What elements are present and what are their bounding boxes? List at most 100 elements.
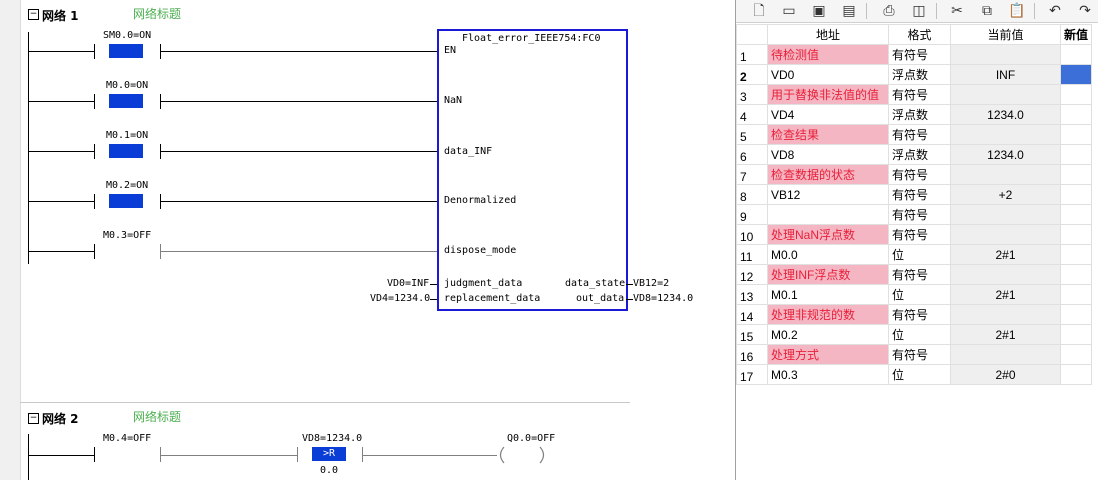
redo-icon[interactable]: ↷: [1076, 2, 1094, 20]
address-cell[interactable]: M0.3: [767, 364, 889, 385]
new-value-cell[interactable]: [1059, 164, 1093, 185]
print-icon[interactable]: ⎙: [880, 2, 898, 20]
compare-top-operand[interactable]: VD8=1234.0: [302, 433, 362, 444]
new-value-cell[interactable]: [1059, 44, 1093, 65]
table-row[interactable]: 11 M0.0 位 2#1: [736, 244, 1093, 265]
paste-icon[interactable]: 📋: [1008, 2, 1026, 20]
address-cell[interactable]: VD0: [767, 64, 889, 85]
address-cell[interactable]: 待检测值: [767, 44, 889, 65]
new-value-cell[interactable]: [1059, 104, 1093, 125]
preview-icon[interactable]: ◫: [910, 2, 928, 20]
new-value-cell[interactable]: [1059, 124, 1093, 145]
compare-gt-real[interactable]: >R: [312, 447, 346, 461]
address-cell[interactable]: VD4: [767, 104, 889, 125]
address-cell[interactable]: 处理方式: [767, 344, 889, 365]
address-cell[interactable]: 检查结果: [767, 124, 889, 145]
format-cell[interactable]: 有符号: [888, 204, 951, 225]
new-value-cell[interactable]: [1059, 364, 1093, 385]
table-row[interactable]: 9 有符号: [736, 204, 1093, 225]
address-cell[interactable]: M0.1: [767, 284, 889, 305]
table-row[interactable]: 3 用于替换非法值的值 有符号: [736, 84, 1093, 105]
table-row[interactable]: 8 VB12 有符号 +2: [736, 184, 1093, 205]
format-cell[interactable]: 位: [888, 244, 951, 265]
copy-icon[interactable]: ⧉: [978, 2, 996, 20]
network-2-subtitle[interactable]: 网络标题: [133, 408, 181, 425]
table-row[interactable]: 12 处理INF浮点数 有符号: [736, 264, 1093, 285]
address-cell[interactable]: 用于替换非法值的值: [767, 84, 889, 105]
save-all-icon[interactable]: ▤: [840, 2, 858, 20]
open-icon[interactable]: ▭: [780, 2, 798, 20]
address-cell[interactable]: [767, 204, 889, 225]
table-row[interactable]: 4 VD4 浮点数 1234.0: [736, 104, 1093, 125]
ladder-editor[interactable]: − 网络 1 网络标题 SM0.0=ON M0.0=ON M0.1=ON M0.…: [0, 0, 735, 480]
format-cell[interactable]: 位: [888, 324, 951, 345]
contact-m0-4[interactable]: [94, 447, 161, 462]
address-cell[interactable]: 处理非规范的数: [767, 304, 889, 325]
table-row[interactable]: 10 处理NaN浮点数 有符号: [736, 224, 1093, 245]
save-icon[interactable]: ▣: [810, 2, 828, 20]
coil-q0-0[interactable]: [496, 445, 550, 465]
format-cell[interactable]: 位: [888, 364, 951, 385]
operand-vd8[interactable]: VD8=1234.0: [633, 293, 693, 304]
format-cell[interactable]: 浮点数: [888, 104, 951, 125]
table-row[interactable]: 2 VD0 浮点数 INF: [736, 64, 1093, 85]
format-cell[interactable]: 有符号: [888, 44, 951, 65]
table-row[interactable]: 1 待检测值 有符号: [736, 44, 1093, 65]
address-cell[interactable]: 处理INF浮点数: [767, 264, 889, 285]
contact-m0-2[interactable]: [109, 194, 143, 208]
format-cell[interactable]: 有符号: [888, 304, 951, 325]
column-header-new-value[interactable]: 新值: [1059, 24, 1093, 45]
format-cell[interactable]: 有符号: [888, 164, 951, 185]
contact-m0-3[interactable]: [94, 244, 161, 259]
table-row[interactable]: 15 M0.2 位 2#1: [736, 324, 1093, 345]
new-value-cell[interactable]: [1059, 204, 1093, 225]
contact-sm0-0[interactable]: [109, 44, 143, 58]
address-cell[interactable]: M0.0: [767, 244, 889, 265]
format-cell[interactable]: 有符号: [888, 224, 951, 245]
column-header-format[interactable]: 格式: [888, 24, 951, 45]
contact-m0-0[interactable]: [109, 94, 143, 108]
table-row[interactable]: 17 M0.3 位 2#0: [736, 364, 1093, 385]
address-cell[interactable]: M0.2: [767, 324, 889, 345]
collapse-network-2-icon[interactable]: −: [28, 413, 39, 424]
new-value-cell[interactable]: [1059, 284, 1093, 305]
new-value-cell[interactable]: [1059, 324, 1093, 345]
table-row[interactable]: 5 检查结果 有符号: [736, 124, 1093, 145]
compare-bottom-operand[interactable]: 0.0: [320, 465, 338, 476]
new-value-cell[interactable]: [1059, 84, 1093, 105]
address-cell[interactable]: 处理NaN浮点数: [767, 224, 889, 245]
new-value-cell[interactable]: [1059, 224, 1093, 245]
address-cell[interactable]: VB12: [767, 184, 889, 205]
format-cell[interactable]: 有符号: [888, 184, 951, 205]
operand-vd0[interactable]: VD0=INF: [387, 278, 429, 289]
contact-m0-1[interactable]: [109, 144, 143, 158]
format-cell[interactable]: 浮点数: [888, 144, 951, 165]
format-cell[interactable]: 浮点数: [888, 64, 951, 85]
cut-icon[interactable]: ✂: [948, 2, 966, 20]
table-row[interactable]: 7 检查数据的状态 有符号: [736, 164, 1093, 185]
table-row[interactable]: 13 M0.1 位 2#1: [736, 284, 1093, 305]
address-cell[interactable]: 检查数据的状态: [767, 164, 889, 185]
format-cell[interactable]: 有符号: [888, 344, 951, 365]
format-cell[interactable]: 有符号: [888, 264, 951, 285]
operand-vd4[interactable]: VD4=1234.0: [370, 293, 430, 304]
new-icon[interactable]: 🗋: [750, 2, 768, 20]
format-cell[interactable]: 有符号: [888, 124, 951, 145]
format-cell[interactable]: 位: [888, 284, 951, 305]
new-value-cell[interactable]: [1059, 64, 1093, 85]
new-value-cell[interactable]: [1059, 304, 1093, 325]
collapse-network-1-icon[interactable]: −: [28, 9, 39, 20]
operand-vb12[interactable]: VB12=2: [633, 278, 669, 289]
network-1-subtitle[interactable]: 网络标题: [133, 5, 181, 22]
table-row[interactable]: 16 处理方式 有符号: [736, 344, 1093, 365]
new-value-cell[interactable]: [1059, 184, 1093, 205]
column-header-address[interactable]: 地址: [767, 24, 889, 45]
table-row[interactable]: 14 处理非规范的数 有符号: [736, 304, 1093, 325]
column-header-current-value[interactable]: 当前值: [950, 24, 1061, 45]
table-row[interactable]: 6 VD8 浮点数 1234.0: [736, 144, 1093, 165]
new-value-cell[interactable]: [1059, 144, 1093, 165]
new-value-cell[interactable]: [1059, 344, 1093, 365]
new-value-cell[interactable]: [1059, 264, 1093, 285]
address-cell[interactable]: VD8: [767, 144, 889, 165]
function-block-float-error[interactable]: [437, 29, 628, 311]
